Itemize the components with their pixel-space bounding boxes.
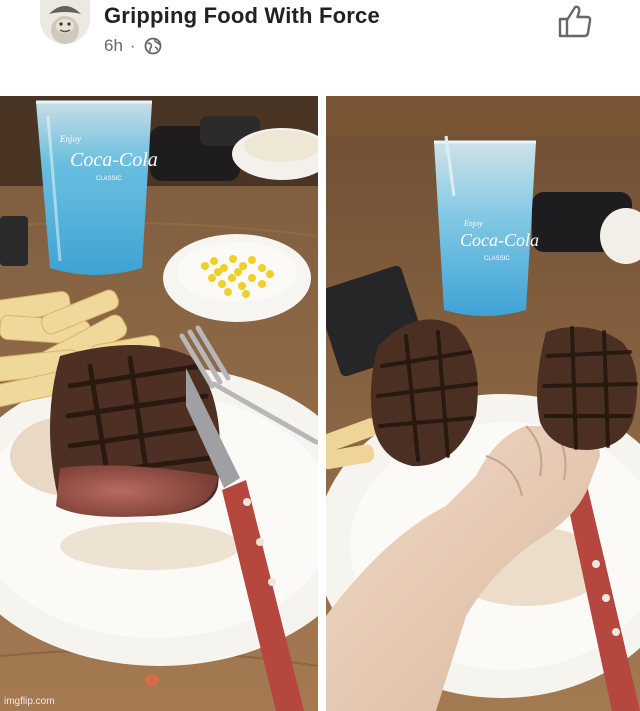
photo-steak-on-plate[interactable]: Enjoy Coca-Cola CLASSIC imgflip.com <box>0 96 318 711</box>
post-photos: Enjoy Coca-Cola CLASSIC imgflip.com Enjo… <box>0 96 640 711</box>
post-title[interactable]: Gripping Food With Force <box>104 3 380 29</box>
cup-enjoy-text: Enjoy <box>59 134 81 144</box>
cup-classic-text: CLASSIC <box>484 256 510 262</box>
globe-icon[interactable] <box>144 37 162 55</box>
photo-hand-gripping-steak[interactable]: Enjoy Coca-Cola CLASSIC <box>326 96 640 711</box>
post-meta: 6h · <box>104 36 162 56</box>
post-timestamp[interactable]: 6h <box>104 36 123 56</box>
watermark-text: imgflip.com <box>4 696 55 707</box>
post-header: Gripping Food With Force 6h · <box>0 0 640 84</box>
avatar[interactable] <box>40 0 90 44</box>
thumbs-up-icon[interactable] <box>556 2 594 40</box>
cup-brand-text: Coca-Cola <box>70 149 158 171</box>
meta-separator: · <box>129 36 136 55</box>
cup-enjoy-text: Enjoy <box>463 219 483 228</box>
cup-classic-text: CLASSIC <box>96 176 122 182</box>
cup-brand-text: Coca-Cola <box>460 230 539 250</box>
avatar-image <box>40 0 90 44</box>
